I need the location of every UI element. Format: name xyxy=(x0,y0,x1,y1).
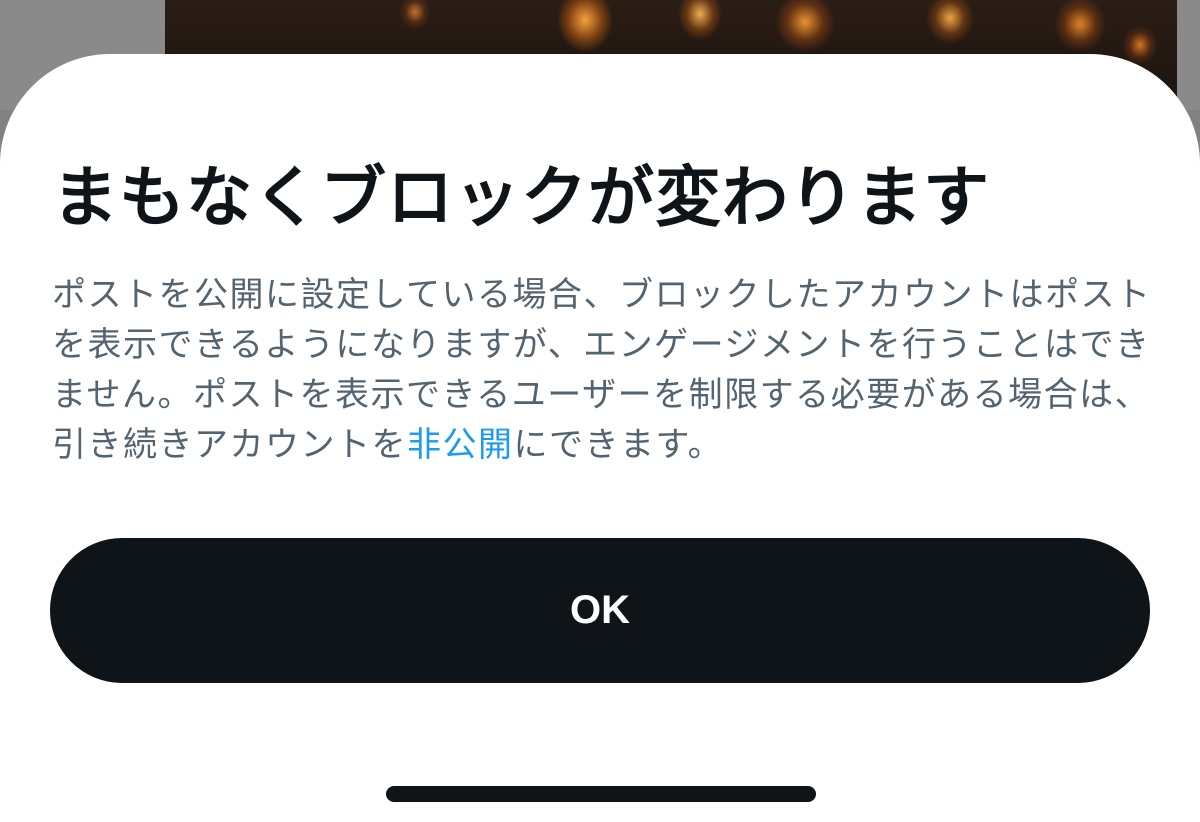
dialog-body-text-end: にできます。 xyxy=(513,425,724,465)
dialog-title: まもなくブロックが変わります xyxy=(52,159,990,236)
ok-button[interactable]: OK xyxy=(50,538,1150,683)
home-indicator[interactable] xyxy=(386,786,816,802)
ok-button-label: OK xyxy=(570,588,630,632)
screen: まもなくブロックが変わります ポストを公開に設定している場合、ブロックしたアカウ… xyxy=(0,0,1200,822)
dialog-body: ポストを公開に設定している場合、ブロックしたアカウントはポストを表示できるように… xyxy=(52,270,1162,470)
private-account-link[interactable]: 非公開 xyxy=(407,425,514,465)
backdrop-dim-right xyxy=(1177,0,1200,110)
